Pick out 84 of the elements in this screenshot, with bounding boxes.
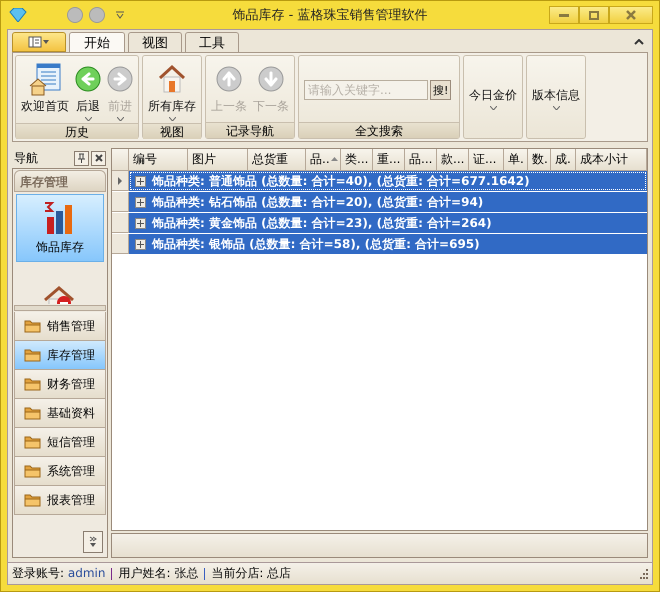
column-header[interactable]: 重... (373, 149, 405, 171)
expand-button[interactable] (135, 218, 146, 228)
group-row[interactable]: 饰品种类: 普通饰品 (总数量: 合计=40), (总货重: 合计=677.1642) (129, 171, 647, 191)
column-header[interactable]: 成本小计 (576, 149, 647, 171)
maximize-icon (589, 10, 599, 20)
plus-icon (137, 220, 144, 226)
column-header[interactable]: 成. (551, 149, 576, 171)
column-header[interactable]: 款... (437, 149, 469, 171)
close-button[interactable] (91, 150, 106, 166)
group-label: 历史 (16, 123, 138, 139)
close-icon (94, 154, 102, 162)
column-header[interactable]: 图片 (188, 149, 248, 171)
ribbon-button[interactable]: 今日金价 (466, 58, 520, 136)
chevron-down-icon (88, 536, 98, 548)
group-row[interactable]: 饰品种类: 钻石饰品 (总数量: 合计=20), (总货重: 合计=94) (129, 192, 647, 212)
nav-group-item[interactable]: 系统管理 (14, 457, 106, 486)
corner-cell (112, 149, 129, 171)
group-label: 全文搜索 (299, 122, 459, 138)
panel-title: 导航 (14, 150, 39, 166)
expand-button[interactable] (135, 176, 146, 186)
ribbon-tab[interactable]: 视图 (128, 32, 182, 52)
pin-icon (77, 153, 86, 163)
nav-group-item[interactable]: 报表管理 (14, 486, 106, 515)
folder-icon (24, 319, 41, 333)
column-header[interactable]: 证... (469, 149, 504, 171)
nav-group-item[interactable]: 短信管理 (14, 428, 106, 457)
caret-icon[interactable] (115, 11, 125, 19)
nav-group-item[interactable]: 库存管理 (14, 341, 106, 370)
group-label: 视图 (143, 123, 201, 139)
group-label: 记录导航 (206, 122, 294, 138)
status-text: 当前分店: 总店 (211, 565, 292, 582)
folder-icon (24, 493, 41, 507)
column-header[interactable]: 编号 (129, 149, 188, 171)
group-row[interactable]: 饰品种类: 黄金饰品 (总数量: 合计=23), (总货重: 合计=264) (129, 213, 647, 233)
home-page-icon (28, 62, 62, 96)
ribbon-tab[interactable]: 工具 (185, 32, 239, 52)
resize-grip-icon[interactable] (638, 568, 648, 578)
column-header[interactable]: 类... (341, 149, 373, 171)
app-menu-button[interactable] (12, 32, 66, 52)
minimize-icon (559, 14, 569, 16)
arrow-left-icon (75, 66, 101, 92)
panel-menu-icon (28, 36, 50, 48)
diamond-icon (9, 8, 27, 22)
ribbon-button[interactable]: 后退 (72, 58, 104, 121)
column-header[interactable]: 品... (405, 149, 437, 171)
folder-icon (24, 377, 41, 391)
pin-button[interactable] (74, 150, 89, 166)
arrow-right-icon (107, 66, 133, 92)
column-header[interactable]: 总货重 (248, 149, 306, 171)
ribbon-button[interactable]: 版本信息 (529, 58, 583, 136)
folder-icon (24, 464, 41, 478)
window-title: 饰品库存 - 蓝格珠宝销售管理软件 (232, 7, 428, 24)
ribbon-button[interactable]: 欢迎首页 (18, 58, 72, 121)
house-icon (156, 63, 188, 95)
minimize-button[interactable] (549, 6, 579, 24)
nav-group-item[interactable]: 基础资料 (14, 399, 106, 428)
current-row-icon (118, 176, 122, 184)
status-text: 用户姓名: 张总 (118, 565, 198, 582)
search-button[interactable]: 搜! (430, 80, 452, 100)
group-row[interactable]: 饰品种类: 银饰品 (总数量: 合计=58), (总货重: 合计=695) (129, 234, 647, 254)
plus-icon (137, 240, 144, 248)
status-text: 登录账号: admin (12, 565, 106, 582)
folder-icon (24, 406, 41, 420)
ribbon-tab[interactable]: 开始 (69, 32, 125, 52)
section-header: 库存管理 (14, 170, 106, 192)
column-header[interactable]: 单. (504, 149, 528, 171)
maximize-button[interactable] (579, 6, 609, 24)
collapse-ribbon-icon[interactable] (634, 39, 644, 45)
column-header[interactable]: 品.. (306, 149, 341, 171)
folder-icon (24, 435, 41, 449)
search-field[interactable]: 请输入关键字... (304, 80, 428, 100)
nav-group-item[interactable]: 销售管理 (14, 312, 106, 341)
nav-large-item[interactable]: 饰品库存 (16, 194, 104, 262)
folder-icon (24, 348, 41, 362)
plus-icon (137, 198, 144, 206)
row-indicator[interactable] (112, 171, 129, 191)
ribbon-button[interactable]: 所有库存 (145, 58, 199, 121)
more-button[interactable] (83, 531, 103, 553)
close-icon (626, 10, 636, 20)
nav-group-item[interactable]: 财务管理 (14, 370, 106, 399)
plus-icon (137, 178, 144, 184)
expand-button[interactable] (135, 238, 146, 250)
expand-button[interactable] (135, 196, 146, 208)
column-header[interactable]: 数. (528, 149, 551, 171)
